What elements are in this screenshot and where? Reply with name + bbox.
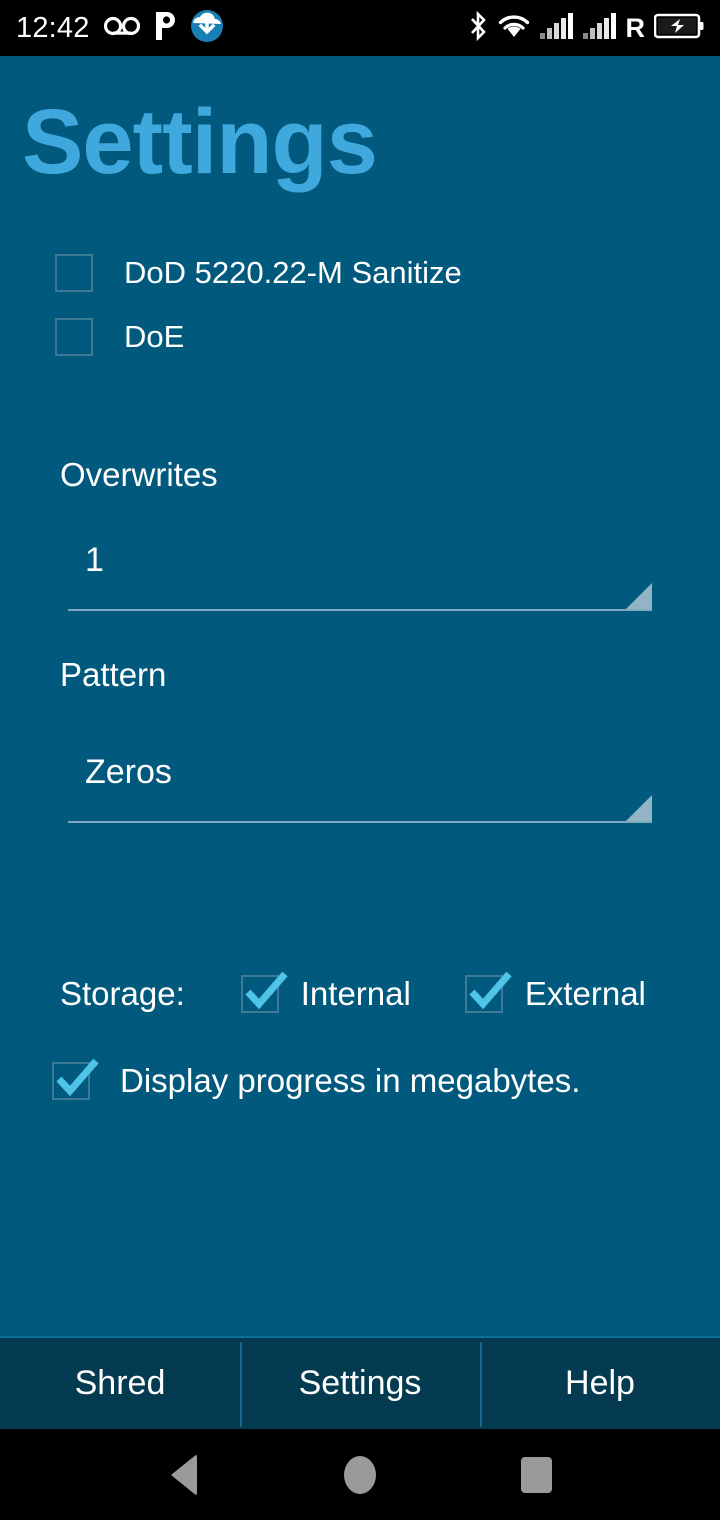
roaming-r-icon: R [625,12,646,43]
signal-bars-icon [539,12,574,44]
checkbox-row-megabytes[interactable]: Display progress in megabytes. [52,1051,580,1111]
android-nav-bar [0,1429,720,1520]
nav-back-button[interactable] [96,1453,272,1496]
overwrites-field: Overwrites 1 [0,456,720,611]
pattern-spinner[interactable]: Zeros [68,751,652,823]
cloud-download-icon [190,9,224,48]
page-title: Settings [22,91,378,193]
pandora-p-icon [154,11,176,46]
spinner-triangle-icon[interactable] [626,795,652,821]
checkbox-external-label: External [524,975,646,1012]
pattern-label: Pattern [60,656,167,693]
checkbox-row-doe[interactable]: DoE [55,305,695,369]
battery-charging-icon [653,12,704,45]
tab-shred[interactable]: Shred [0,1338,240,1429]
status-bar-right: R [468,10,705,46]
overwrites-label: Overwrites [60,456,218,493]
tab-help[interactable]: Help [480,1338,720,1429]
recents-square-icon[interactable] [520,1456,552,1493]
pattern-field: Pattern Zeros [0,656,720,823]
checkbox-dod-sanitize-label: DoD 5220.22-M Sanitize [124,255,462,290]
overwrites-value: 1 [85,541,104,579]
status-bar-clock: 12:42 [16,11,90,44]
tab-settings[interactable]: Settings [240,1338,480,1429]
signal-bars-2-icon [582,12,617,44]
phone-screen: 12:42 R Settings DoD 5220.22-M Sanitize … [0,0,720,1520]
overwrites-underline [68,609,652,611]
storage-row: Storage: Internal External [60,961,646,1027]
status-bar: 12:42 R [0,0,720,56]
pattern-underline [68,821,652,823]
checkbox-row-external[interactable]: External [464,971,646,1013]
settings-screen: Settings DoD 5220.22-M Sanitize DoE Over… [0,56,720,1336]
wifi-icon [497,13,531,44]
checkbox-doe-label: DoE [124,319,185,354]
status-bar-left: 12:42 [16,9,224,48]
pattern-value: Zeros [85,753,172,791]
checkbox-external-icon[interactable] [464,971,512,1013]
bluetooth-icon [468,10,488,46]
checkbox-internal-icon[interactable] [240,971,288,1013]
storage-label: Storage: [60,975,185,1012]
voicemail-icon [103,15,140,42]
sanitize-method-list: DoD 5220.22-M Sanitize DoE [55,241,695,369]
nav-home-button[interactable] [272,1455,448,1494]
checkbox-row-internal[interactable]: Internal [240,971,411,1013]
back-triangle-icon[interactable] [171,1453,197,1496]
spinner-triangle-icon[interactable] [626,583,652,609]
overwrites-spinner[interactable]: 1 [68,539,652,611]
checkbox-row-dod-sanitize[interactable]: DoD 5220.22-M Sanitize [55,241,695,305]
checkbox-doe-icon[interactable] [55,318,93,356]
checkbox-megabytes-icon[interactable] [52,1058,99,1100]
bottom-tab-bar: Shred Settings Help [0,1336,720,1429]
home-circle-icon[interactable] [344,1455,376,1494]
nav-recents-button[interactable] [448,1456,624,1493]
checkbox-megabytes-label: Display progress in megabytes. [120,1062,581,1099]
checkbox-internal-label: Internal [300,975,411,1012]
checkbox-dod-sanitize-icon[interactable] [55,254,93,292]
